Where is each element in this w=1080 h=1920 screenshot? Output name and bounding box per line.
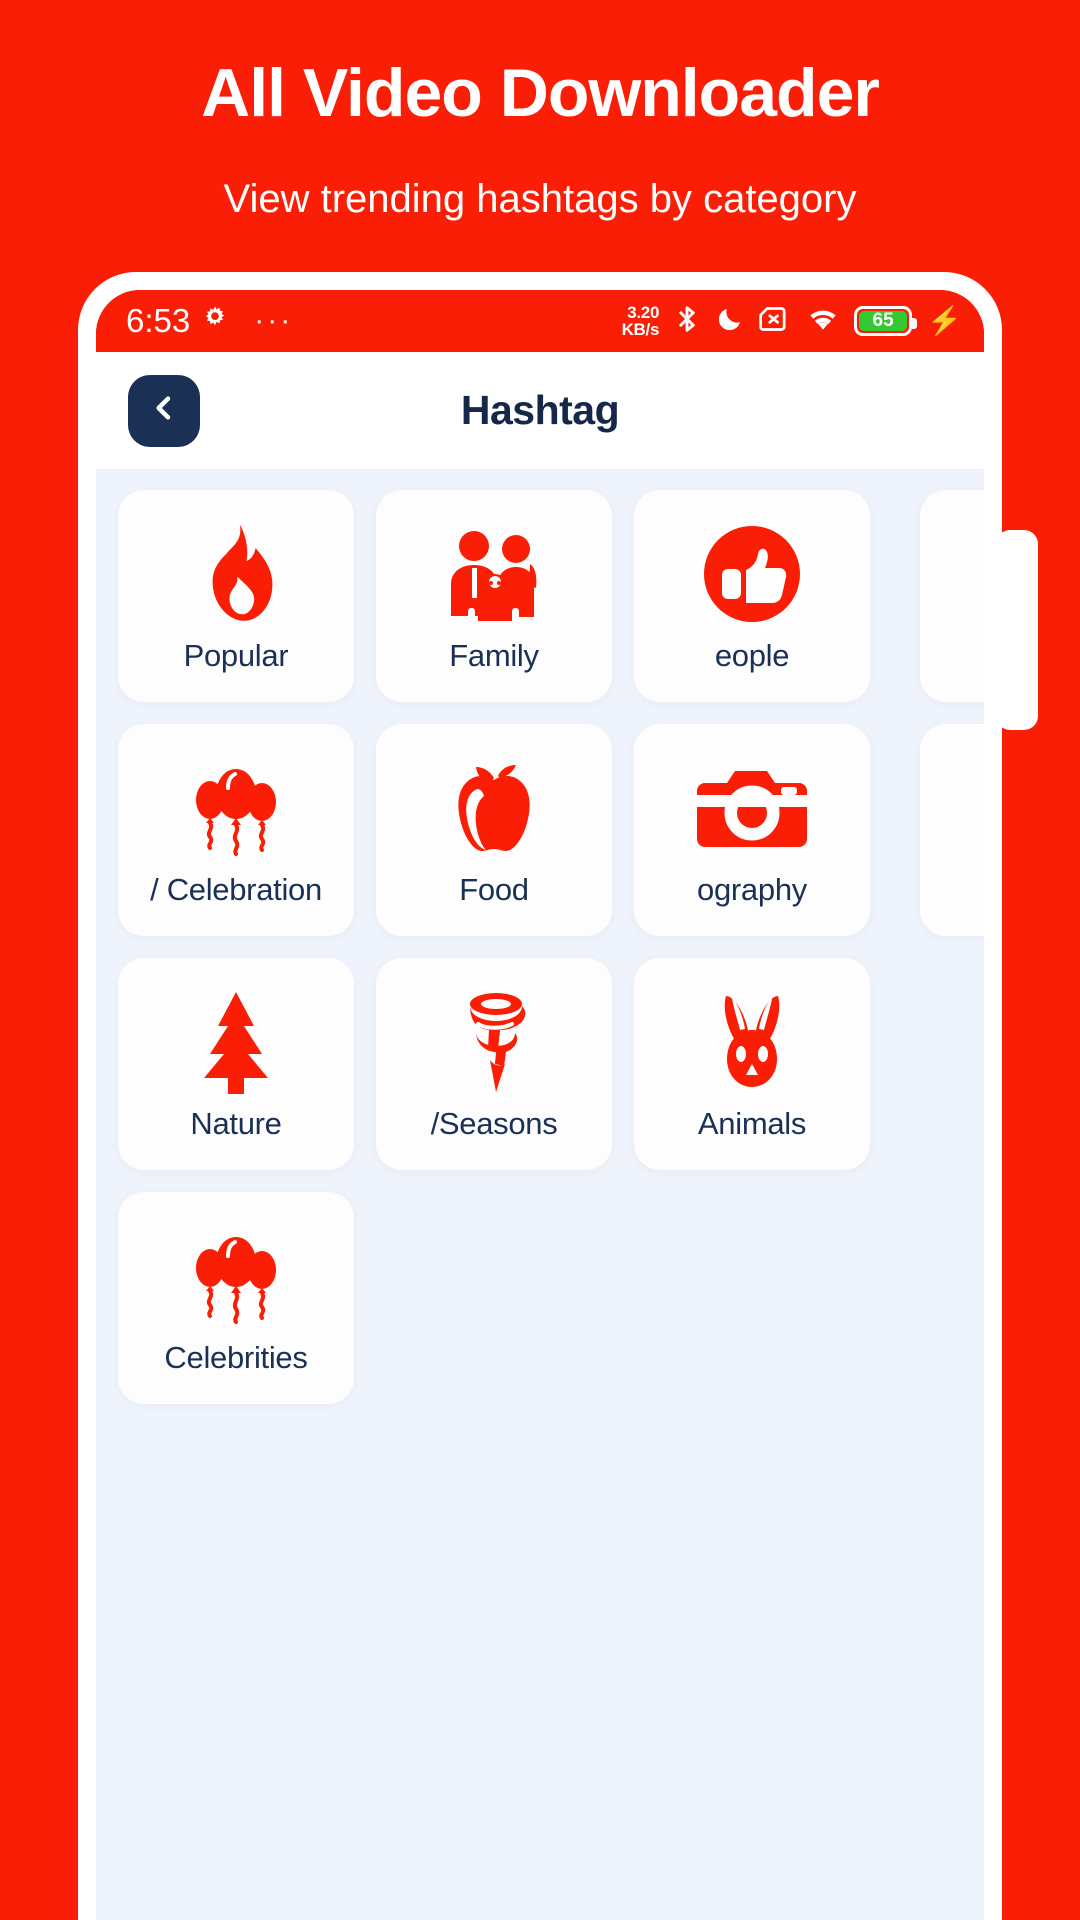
wifi-icon <box>805 304 841 339</box>
phone-screen: 6:53 ··· 3.20 KB/s 65 ⚡ Hashtag Popular … <box>96 290 984 1920</box>
app-title: Hashtag <box>460 387 620 433</box>
category-label: Animals <box>697 1106 807 1141</box>
battery-indicator: 65 <box>854 306 918 336</box>
do-not-disturb-moon-icon <box>715 303 745 340</box>
status-overflow-dots: ··· <box>254 304 294 337</box>
category-card-overflow[interactable]: / <box>920 724 984 936</box>
network-speed: 3.20 KB/s <box>621 302 660 339</box>
grid-empty-slot <box>634 1192 870 1404</box>
phone-mockup: 6:53 ··· 3.20 KB/s 65 ⚡ Hashtag Popular … <box>78 272 1038 1920</box>
category-card-overflow[interactable]: Soc <box>920 490 984 702</box>
category-card-seasons[interactable]: /Seasons <box>376 958 612 1170</box>
flame-icon <box>197 518 275 630</box>
pine-tree-icon <box>192 986 280 1098</box>
category-label: Celebrities <box>164 1340 308 1375</box>
balloons-icon <box>184 1220 288 1332</box>
category-label: Nature <box>190 1106 282 1141</box>
category-card-food[interactable]: Food <box>376 724 612 936</box>
category-card-people[interactable]: eople <box>634 490 870 702</box>
network-speed-value: 3.20 <box>627 302 660 322</box>
category-label: /Seasons <box>430 1106 558 1141</box>
category-label: eople <box>714 638 790 673</box>
balloons-icon <box>184 752 288 864</box>
category-card-family[interactable]: Family <box>376 490 612 702</box>
charging-bolt-icon: ⚡ <box>927 305 962 336</box>
gear-icon <box>200 304 230 339</box>
bluetooth-icon <box>672 302 702 341</box>
category-card-animals[interactable]: Animals <box>634 958 870 1170</box>
rabbit-icon <box>706 986 798 1098</box>
power-button[interactable] <box>996 530 1038 730</box>
page-title: All Video Downloader <box>201 55 880 131</box>
family-icon <box>442 518 546 630</box>
category-card-photography[interactable]: ography <box>634 724 870 936</box>
status-bar: 6:53 ··· 3.20 KB/s 65 ⚡ <box>96 290 984 352</box>
category-card-popular[interactable]: Popular <box>118 490 354 702</box>
status-bar-left: 6:53 ··· <box>126 302 293 340</box>
chevron-left-icon <box>148 392 180 429</box>
promo-header: All Video Downloader View trending hasht… <box>0 0 1080 222</box>
status-time: 6:53 <box>126 302 191 339</box>
back-button[interactable] <box>128 374 200 447</box>
camera-icon <box>697 752 807 864</box>
category-card-nature[interactable]: Nature <box>118 958 354 1170</box>
category-label: Family <box>449 638 539 673</box>
page-subtitle: View trending hashtags by category <box>223 177 857 222</box>
hashtag-category-list[interactable]: Popular Family eople / Celebration Food … <box>96 470 984 1920</box>
network-speed-unit: KB/s <box>621 320 660 339</box>
category-grid: Popular Family eople / Celebration Food … <box>96 490 876 1404</box>
thumbs-up-icon <box>700 518 804 630</box>
category-label: Food <box>459 872 529 907</box>
category-label: Popular <box>183 638 289 673</box>
category-card-celebration[interactable]: / Celebration <box>118 724 354 936</box>
tornado-icon <box>448 986 540 1098</box>
sim-card-off-icon <box>758 304 792 339</box>
category-label: ography <box>697 872 807 907</box>
apple-icon <box>448 752 540 864</box>
app-header: Hashtag <box>96 352 984 470</box>
status-bar-right: 3.20 KB/s 65 ⚡ <box>622 302 962 341</box>
category-card-celebrities[interactable]: Celebrities <box>118 1192 354 1404</box>
grid-empty-slot <box>376 1192 612 1404</box>
battery-level: 65 <box>872 310 894 331</box>
category-label: / Celebration <box>150 872 322 907</box>
